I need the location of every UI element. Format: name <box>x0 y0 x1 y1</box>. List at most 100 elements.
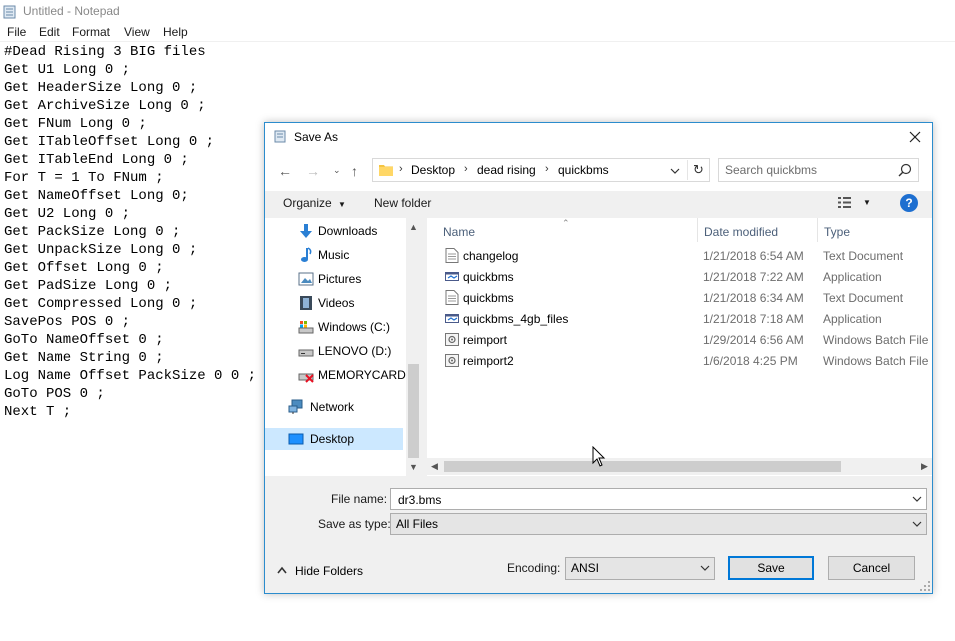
file-type: Application <box>823 312 882 326</box>
file-type: Text Document <box>823 249 904 263</box>
scroll-thumb[interactable] <box>444 461 841 472</box>
dialog-titlebar: Save As <box>265 123 932 151</box>
encoding-select[interactable]: ANSI <box>565 557 715 580</box>
file-name-input[interactable] <box>396 492 896 508</box>
address-row: ← → ⌄ ↑ › Desktop › dead rising › quickb… <box>265 151 932 191</box>
application-icon <box>445 311 459 326</box>
nav-item-label: Desktop <box>310 432 355 446</box>
new-folder-button[interactable]: New folder <box>374 196 431 210</box>
notepad-editor[interactable]: #Dead Rising 3 BIG files Get U1 Long 0 ;… <box>4 43 256 421</box>
view-options-icon[interactable] <box>838 196 855 209</box>
file-type: Text Document <box>823 291 904 305</box>
breadcrumb-separator: › <box>399 163 403 175</box>
file-row[interactable]: quickbms 1/21/2018 7:22 AM Application <box>427 266 932 287</box>
search-icon[interactable] <box>898 163 912 177</box>
text-file-icon <box>445 248 459 263</box>
save-as-dialog: Save As ← → ⌄ ↑ › Desktop › dead rising … <box>264 122 933 594</box>
scroll-right-icon[interactable]: ▶ <box>921 461 928 472</box>
file-row[interactable]: quickbms 1/21/2018 6:34 AM Text Document <box>427 287 932 308</box>
forward-arrow-icon[interactable]: → <box>306 163 320 179</box>
nav-item-downloads[interactable]: Downloads <box>265 220 403 242</box>
horizontal-scrollbar[interactable]: ◀ ▶ <box>427 458 932 475</box>
chevron-down-icon[interactable] <box>912 494 922 504</box>
file-date-modified: 1/21/2018 7:18 AM <box>703 312 804 326</box>
file-date-modified: 1/29/2014 6:56 AM <box>703 333 804 347</box>
file-name-combo[interactable] <box>390 488 927 510</box>
view-dropdown-icon[interactable]: ▼ <box>863 198 871 207</box>
drive-c-icon <box>298 321 314 334</box>
save-button[interactable]: Save <box>728 556 814 580</box>
nav-item-label: Downloads <box>318 224 378 238</box>
menu-help[interactable]: Help <box>163 25 188 39</box>
file-row[interactable]: changelog 1/21/2018 6:54 AM Text Document <box>427 245 932 266</box>
menu-format[interactable]: Format <box>72 25 110 39</box>
address-bar[interactable]: › Desktop › dead rising › quickbms ↻ <box>372 158 710 182</box>
chevron-down-icon[interactable] <box>912 519 922 529</box>
menu-view[interactable]: View <box>124 25 150 39</box>
command-toolbar: Organize ▼ New folder ▼ ? <box>265 191 932 217</box>
nav-item-lenovo-d[interactable]: LENOVO (D:) <box>265 340 403 362</box>
file-name: quickbms_4gb_files <box>463 312 569 326</box>
organize-button[interactable]: Organize ▼ <box>283 196 346 210</box>
column-header-type[interactable]: Type <box>818 218 932 242</box>
search-input[interactable] <box>723 161 895 179</box>
help-icon[interactable]: ? <box>900 194 918 212</box>
nav-item-network[interactable]: Network <box>265 396 403 418</box>
encoding-label: Encoding: <box>507 561 561 575</box>
nav-item-windows-c[interactable]: Windows (C:) <box>265 316 403 338</box>
file-row[interactable]: reimport2 1/6/2018 4:25 PM Windows Batch F… <box>427 350 932 371</box>
menu-file[interactable]: File <box>7 25 26 39</box>
nav-item-desktop[interactable]: Desktop <box>265 428 403 450</box>
file-name: reimport <box>463 333 508 347</box>
downloads-icon <box>300 224 312 238</box>
breadcrumb-quickbms[interactable]: quickbms <box>558 163 609 177</box>
scroll-down-icon[interactable]: ▼ <box>406 462 421 472</box>
breadcrumb-desktop[interactable]: Desktop <box>411 163 455 177</box>
nav-item-label: Pictures <box>318 272 362 286</box>
resize-grip-icon[interactable] <box>920 581 930 591</box>
caret-down-icon: ▼ <box>338 200 346 209</box>
scroll-thumb[interactable] <box>408 364 419 458</box>
nav-item-music[interactable]: Music <box>265 244 403 266</box>
scroll-up-icon[interactable]: ▲ <box>406 222 421 232</box>
nav-item-label: Network <box>310 400 355 414</box>
search-box[interactable] <box>718 158 919 182</box>
chevron-down-icon[interactable] <box>670 166 680 176</box>
file-type: Windows Batch File <box>823 354 929 368</box>
nav-item-label: Windows (C:) <box>318 320 391 334</box>
breadcrumb-separator: › <box>464 163 468 175</box>
menu-edit[interactable]: Edit <box>39 25 60 39</box>
save-as-type-select[interactable]: All Files <box>390 513 927 535</box>
batch-file-icon <box>445 353 459 368</box>
cancel-button[interactable]: Cancel <box>828 556 915 580</box>
column-header-date[interactable]: Date modified <box>698 218 817 242</box>
back-arrow-icon[interactable]: ← <box>278 163 292 179</box>
dialog-app-icon <box>274 130 286 143</box>
file-row[interactable]: reimport 1/29/2014 6:56 AM Windows Batch F… <box>427 329 932 350</box>
chevron-up-icon <box>277 566 287 574</box>
nav-item-label: MEMORYCARD <box>318 368 406 382</box>
nav-item-label: Music <box>318 248 350 262</box>
text-file-icon <box>445 290 459 305</box>
navigation-pane: Downloads Music Pictures Videos Windows … <box>265 218 421 476</box>
file-name: reimport2 <box>463 354 514 368</box>
sort-ascending-icon: ⌃ <box>562 218 570 228</box>
file-list-pane: Name ⌃ Date modified Type changelog 1/21/… <box>427 218 932 476</box>
refresh-icon[interactable]: ↻ <box>687 160 709 180</box>
breadcrumb-dead-rising[interactable]: dead rising <box>477 163 536 177</box>
nav-item-label: Videos <box>318 296 355 310</box>
file-date-modified: 1/21/2018 7:22 AM <box>703 270 804 284</box>
nav-vertical-scrollbar[interactable]: ▲ ▼ <box>406 218 421 476</box>
close-icon[interactable] <box>906 128 924 146</box>
scroll-left-icon[interactable]: ◀ <box>431 461 438 472</box>
up-arrow-icon[interactable]: ↑ <box>351 163 358 179</box>
file-row[interactable]: quickbms_4gb_files 1/21/2018 7:18 AM Appli… <box>427 308 932 329</box>
nav-item-label: LENOVO (D:) <box>318 344 392 358</box>
recent-dropdown-icon[interactable]: ⌄ <box>333 165 341 176</box>
nav-item-memorycard[interactable]: MEMORYCARD <box>265 364 406 386</box>
chevron-down-icon[interactable] <box>700 563 710 573</box>
music-icon <box>301 247 312 262</box>
nav-item-pictures[interactable]: Pictures <box>265 268 403 290</box>
nav-item-videos[interactable]: Videos <box>265 292 403 314</box>
batch-file-icon <box>445 332 459 347</box>
